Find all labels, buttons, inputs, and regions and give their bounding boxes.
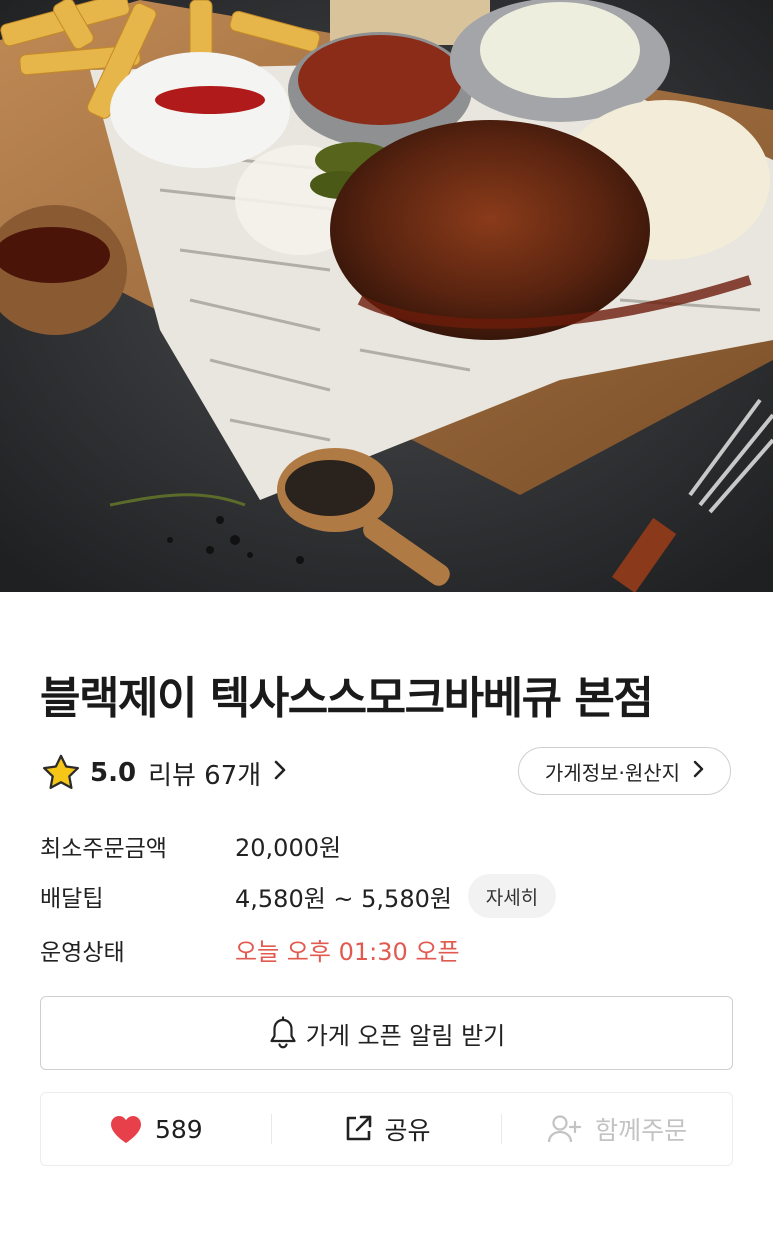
chevron-right-icon xyxy=(273,759,287,787)
rating-score: 5.0 xyxy=(90,758,137,788)
star-icon xyxy=(42,754,80,790)
open-notification-label: 가게 오픈 알림 받기 xyxy=(305,1021,506,1050)
store-info-section: 블랙제이 텍사스스모크바베큐 본점 5.0 리뷰 67개 가게정보·원산지 최소… xyxy=(0,592,773,1240)
status-value: 오늘 오후 01:30 오픈 xyxy=(235,938,460,966)
delivery-tip-value: 4,580원 ~ 5,580원 xyxy=(235,884,452,913)
delivery-tip-label: 배달팁 xyxy=(40,886,104,912)
rating-row: 5.0 리뷰 67개 xyxy=(40,752,287,794)
min-order-value: 20,000원 xyxy=(235,834,342,862)
min-order-label: 최소주문금액 xyxy=(40,835,167,862)
heart-icon xyxy=(110,1116,141,1143)
chevron-right-icon xyxy=(692,759,704,784)
store-info-origin-label: 가게정보·원산지 xyxy=(544,760,681,785)
min-order-row: 최소주문금액 20,000원 xyxy=(40,828,341,863)
delivery-tip-detail-button[interactable]: 자세히 xyxy=(467,874,556,918)
share-button[interactable]: 공유 xyxy=(272,1093,502,1165)
store-title: 블랙제이 텍사스스모크바베큐 본점 xyxy=(40,673,654,724)
like-count: 589 xyxy=(154,1114,203,1144)
like-button[interactable]: 589 xyxy=(41,1093,271,1165)
status-label: 운영상태 xyxy=(40,939,125,966)
bell-icon xyxy=(270,1016,296,1049)
status-row: 운영상태 오늘 오후 01:30 오픈 xyxy=(40,932,460,967)
add-person-icon xyxy=(548,1115,582,1143)
group-order-button[interactable]: 함께주문 xyxy=(502,1093,732,1165)
review-count: 리뷰 67개 xyxy=(148,760,262,791)
delivery-tip-row: 배달팁 4,580원 ~ 5,580원 자세히 xyxy=(40,874,556,918)
store-info-origin-button[interactable]: 가게정보·원산지 xyxy=(518,747,731,795)
review-link[interactable]: 리뷰 67개 xyxy=(148,755,287,792)
action-bar: 589 공유 함께주문 xyxy=(40,1092,733,1166)
food-photo-icon xyxy=(0,0,773,592)
store-hero-image xyxy=(0,0,773,592)
open-notification-button[interactable]: 가게 오픈 알림 받기 xyxy=(40,996,733,1070)
group-order-label: 함께주문 xyxy=(595,1116,688,1145)
share-label: 공유 xyxy=(384,1116,431,1145)
share-icon xyxy=(346,1115,371,1141)
